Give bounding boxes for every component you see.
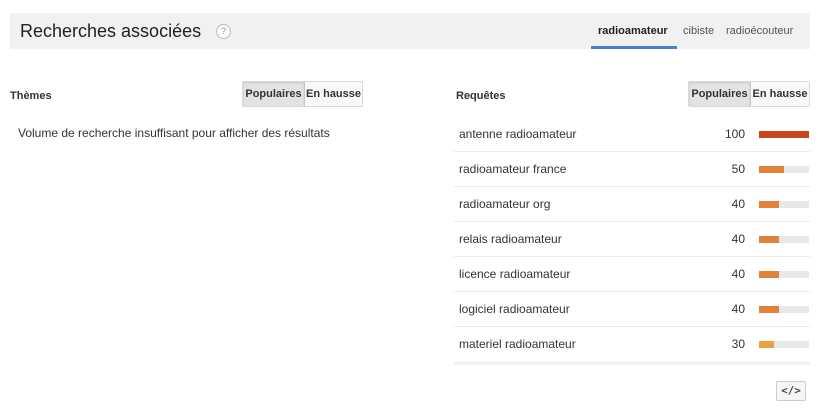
queries-popular-button[interactable]: Populaires xyxy=(689,82,751,106)
query-bar xyxy=(759,131,809,138)
tab-radioamateur[interactable]: radioamateur xyxy=(598,25,668,37)
section-title: Recherches associées xyxy=(20,21,202,41)
query-bar xyxy=(759,236,779,243)
query-bar-track xyxy=(759,236,809,243)
query-value: 50 xyxy=(731,162,745,176)
query-bar xyxy=(759,201,779,208)
query-bar xyxy=(759,341,774,348)
themes-toggle: Populaires En hausse xyxy=(242,81,363,107)
table-row[interactable]: radioamateur france 50 xyxy=(454,152,810,187)
queries-list: antenne radioamateur 100 radioamateur fran… xyxy=(454,117,810,361)
table-row[interactable]: radioamateur org 40 xyxy=(454,187,810,222)
query-bar-track xyxy=(759,201,809,208)
query-label[interactable]: licence radioamateur xyxy=(459,267,570,281)
table-row[interactable]: antenne radioamateur 100 xyxy=(454,117,810,152)
query-value: 40 xyxy=(731,267,745,281)
queries-toggle: Populaires En hausse xyxy=(688,81,810,107)
query-label[interactable]: materiel radioamateur xyxy=(459,337,576,351)
table-row[interactable]: logiciel radioamateur 40 xyxy=(454,292,810,327)
query-value: 30 xyxy=(731,337,745,351)
query-bar-track xyxy=(759,166,809,173)
help-icon[interactable]: ? xyxy=(216,24,231,39)
table-row[interactable]: licence radioamateur 40 xyxy=(454,257,810,292)
query-value: 40 xyxy=(731,232,745,246)
query-label[interactable]: antenne radioamateur xyxy=(459,127,576,141)
queries-rising-button[interactable]: En hausse xyxy=(751,82,809,106)
tab-radioecouteur[interactable]: radioécouteur xyxy=(726,25,793,37)
themes-popular-button[interactable]: Populaires xyxy=(243,82,305,106)
query-bar-track xyxy=(759,131,809,138)
table-row[interactable]: relais radioamateur 40 xyxy=(454,222,810,257)
query-bar xyxy=(759,306,779,313)
query-bar xyxy=(759,271,779,278)
themes-rising-button[interactable]: En hausse xyxy=(305,82,362,106)
query-bar-track xyxy=(759,306,809,313)
active-tab-indicator xyxy=(591,46,677,49)
themes-label: Thèmes xyxy=(10,90,52,102)
tab-cibiste[interactable]: cibiste xyxy=(683,25,714,37)
query-label[interactable]: radioamateur org xyxy=(459,197,550,211)
query-bar-track xyxy=(759,271,809,278)
embed-code-icon[interactable]: </> xyxy=(776,381,806,401)
queries-label: Requêtes xyxy=(456,90,506,102)
query-value: 40 xyxy=(731,197,745,211)
query-bar-track xyxy=(759,341,809,348)
query-bar xyxy=(759,166,784,173)
header-bar: Recherches associées ? radioamateur cibi… xyxy=(10,13,810,49)
query-value: 100 xyxy=(724,127,745,141)
list-bottom-shade xyxy=(454,362,810,366)
query-label[interactable]: relais radioamateur xyxy=(459,232,562,246)
empty-message: Volume de recherche insuffisant pour aff… xyxy=(18,126,330,140)
query-label[interactable]: logiciel radioamateur xyxy=(459,302,570,316)
table-row[interactable]: materiel radioamateur 30 xyxy=(454,327,810,361)
query-value: 40 xyxy=(731,302,745,316)
query-label[interactable]: radioamateur france xyxy=(459,162,566,176)
